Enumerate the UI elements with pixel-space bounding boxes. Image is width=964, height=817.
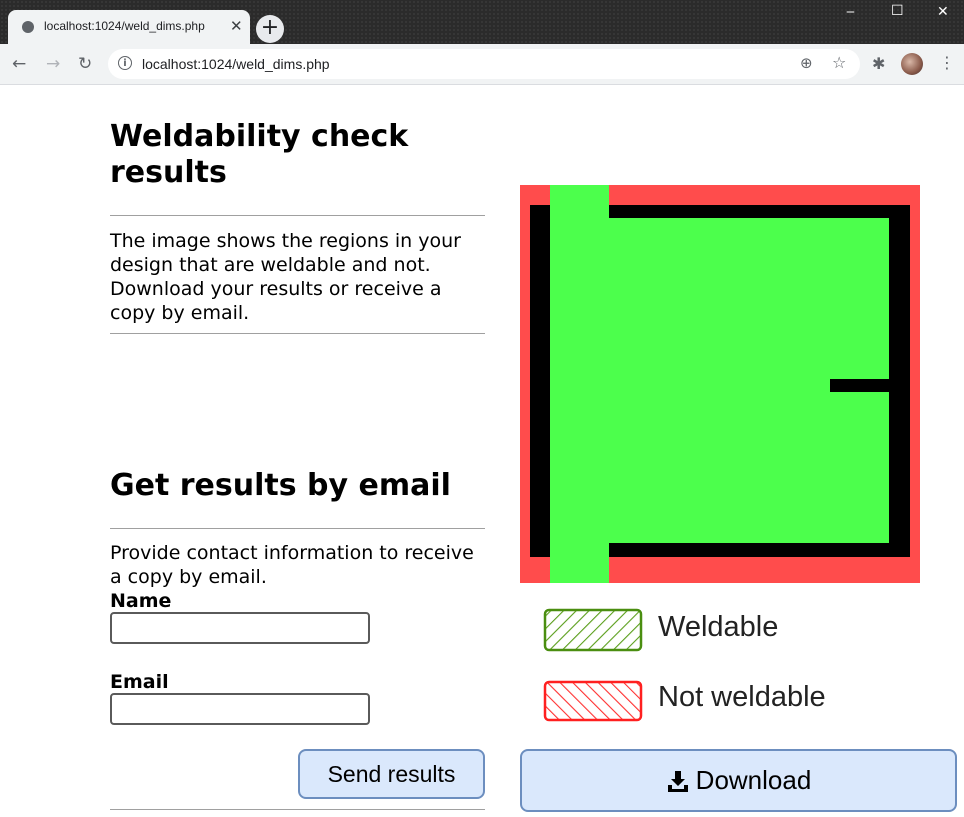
divider: [110, 528, 485, 529]
zoom-icon[interactable]: ⊕: [800, 54, 813, 72]
new-tab-button[interactable]: +: [256, 15, 284, 43]
back-icon[interactable]: ←: [12, 54, 26, 74]
weldability-map-image: [520, 185, 920, 583]
name-input[interactable]: [110, 612, 370, 644]
legend-not-weldable-label: Not weldable: [658, 681, 826, 713]
name-label: Name: [110, 590, 172, 612]
tab-title: localhost:1024/weld_dims.php: [44, 19, 205, 33]
forward-icon[interactable]: →: [46, 54, 60, 74]
minimize-icon[interactable]: ‒: [846, 4, 855, 20]
url-text[interactable]: localhost:1024/weld_dims.php: [142, 56, 330, 72]
address-bar[interactable]: i localhost:1024/weld_dims.php ⊕ ☆: [108, 49, 860, 79]
divider: [110, 809, 485, 810]
send-results-button[interactable]: Send results: [298, 749, 485, 799]
email-label: Email: [110, 671, 169, 693]
legend-not-weldable: [542, 678, 644, 728]
email-input[interactable]: [110, 693, 370, 725]
results-description: The image shows the regions in your desi…: [110, 230, 461, 324]
download-label: Download: [695, 765, 812, 795]
email-section-heading: Get results by email: [110, 468, 451, 503]
maximize-icon[interactable]: ☐: [891, 3, 904, 19]
profile-avatar[interactable]: [901, 53, 923, 75]
globe-icon: [22, 21, 34, 33]
not-weldable-swatch-icon: [543, 680, 643, 722]
email-section-description: Provide contact information to receive a…: [110, 542, 474, 588]
divider: [110, 333, 485, 334]
download-icon: [667, 770, 688, 792]
extensions-puzzle-icon[interactable]: ✱: [872, 54, 885, 73]
close-tab-icon[interactable]: ✕: [230, 17, 243, 35]
bookmark-star-icon[interactable]: ☆: [832, 53, 846, 72]
results-heading: Weldability check results: [110, 119, 409, 190]
browser-tab-strip: localhost:1024/weld_dims.php ✕ + ‒ ☐ ✕: [0, 0, 964, 44]
window-close-icon[interactable]: ✕: [937, 4, 949, 20]
divider: [110, 215, 485, 216]
browser-menu-icon[interactable]: ⋮: [939, 53, 955, 72]
site-info-icon[interactable]: i: [118, 56, 132, 70]
legend-weldable-label: Weldable: [658, 611, 779, 643]
browser-tab[interactable]: localhost:1024/weld_dims.php ✕: [8, 10, 250, 44]
reload-icon[interactable]: ↻: [78, 54, 92, 74]
browser-toolbar: ← → ↻ i localhost:1024/weld_dims.php ⊕ ☆: [0, 44, 964, 85]
download-button[interactable]: Download: [520, 749, 957, 812]
weldable-swatch-icon: [543, 608, 643, 652]
legend-weldable: [542, 606, 644, 658]
